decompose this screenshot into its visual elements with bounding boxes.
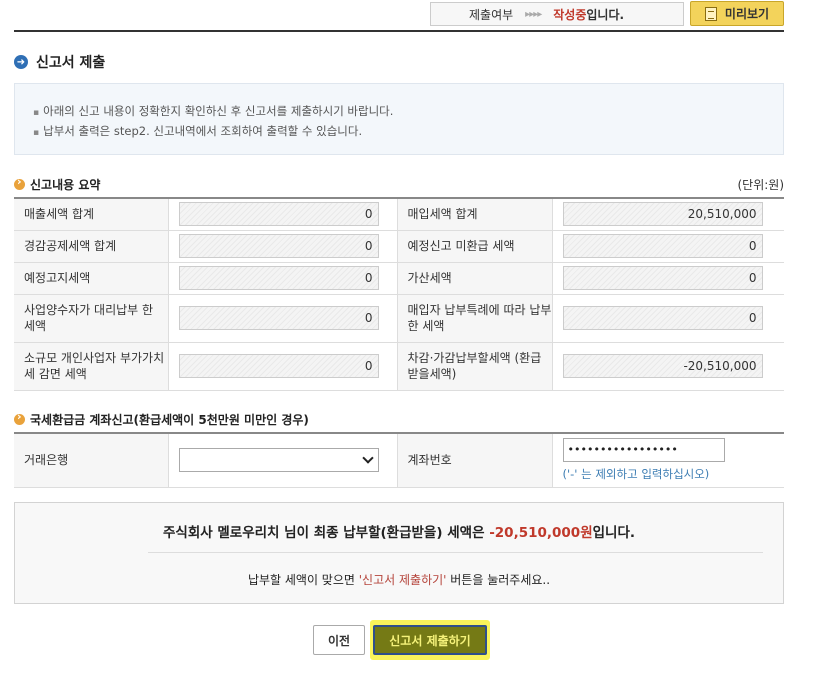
account-label: 계좌번호 (397, 433, 553, 488)
net-payable-tax-field: -20,510,000 (562, 354, 763, 378)
submit-return-button[interactable]: 신고서 제출하기 (373, 625, 487, 655)
bank-label: 거래은행 (14, 433, 169, 488)
account-heading-text: 국세환급금 계좌신고(환급세액이 5천만원 미만인 경우) (30, 413, 309, 427)
transferee-proxy-tax-field: 0 (178, 306, 379, 330)
left-label: 소규모 개인사업자 부가가치세 감면 세액 (14, 342, 169, 391)
chevron-down-icon (361, 452, 374, 464)
arrow-circle-icon: ➜ (14, 55, 28, 69)
unit-label: (단위:원) (737, 178, 784, 192)
small-business-reduction-field: 0 (178, 354, 379, 378)
account-heading: 국세환급금 계좌신고(환급세액이 5천만원 미만인 경우) (14, 410, 309, 428)
preview-button-label: 미리보기 (724, 7, 770, 21)
bullet-arrow-icon (14, 175, 25, 190)
account-number-input[interactable]: ••••••••••••••••• (562, 438, 725, 463)
status-value: 작성중 (553, 7, 587, 22)
status-suffix: 입니다. (586, 7, 625, 22)
submit-highlight: '신고서 제출하기' (358, 573, 447, 587)
bullet-arrow-icon (14, 410, 25, 425)
scheduled-notice-tax-field: 0 (178, 266, 379, 290)
summary-heading: 신고내용 요약 (14, 175, 101, 193)
left-label: 경감공제세액 합계 (14, 230, 169, 263)
summary-table: 매출세액 합계 0 매입세액 합계 20,510,000 경감공제세액 합계 0… (14, 197, 784, 391)
deduction-total-field: 0 (178, 234, 379, 258)
final-confirmation-box: 주식회사 멜로우리치 님이 최종 납부할(환급받을) 세액은 -20,510,0… (14, 502, 784, 604)
unrefunded-tax-field: 0 (562, 234, 763, 258)
bank-select[interactable] (178, 448, 379, 473)
table-row: 예정고지세액 0 가산세액 0 (14, 262, 784, 295)
table-row: 경감공제세액 합계 0 예정신고 미환급 세액 0 (14, 230, 784, 263)
summary-heading-text: 신고내용 요약 (30, 178, 101, 192)
sales-tax-total-field: 0 (178, 202, 379, 227)
additional-tax-field: 0 (562, 266, 763, 290)
notice-item: 아래의 신고 내용이 정확한지 확인하신 후 신고서를 제출하시기 바랍니다. (33, 102, 783, 122)
divider (148, 552, 763, 553)
page-title: 신고서 제출 (36, 55, 106, 71)
purchase-tax-total-field: 20,510,000 (562, 202, 763, 227)
table-row: 거래은행 계좌번호 ••••••••••••••••• ('-' 는 제외하고 … (14, 433, 784, 488)
prev-button[interactable]: 이전 (313, 625, 365, 655)
table-row: 소규모 개인사업자 부가가치세 감면 세액 0 차감·가감납부할세액 (환급받을… (14, 342, 784, 391)
left-label: 매출세액 합계 (14, 198, 169, 231)
document-icon (704, 6, 717, 21)
account-table: 거래은행 계좌번호 ••••••••••••••••• ('-' 는 제외하고 … (14, 432, 784, 488)
left-label: 예정고지세액 (14, 262, 169, 295)
section-title: ➜ 신고서 제출 (14, 52, 105, 72)
account-hint: ('-' 는 제외하고 입력하십시오) (562, 467, 710, 482)
table-row: 사업양수자가 대리납부 한 세액 0 매입자 납부특례에 따라 납부한 세액 0 (14, 294, 784, 343)
submission-status: 제출여부 ▸▸▸▸ 작성중 입니다. (430, 2, 684, 26)
right-label: 차감·가감납부할세액 (환급받을세액) (397, 342, 553, 391)
purchaser-special-tax-field: 0 (562, 306, 763, 330)
left-label: 사업양수자가 대리납부 한 세액 (14, 294, 169, 343)
right-label: 가산세액 (397, 262, 553, 295)
status-arrows-icon: ▸▸▸▸ (525, 8, 542, 20)
right-label: 매입세액 합계 (397, 198, 553, 231)
submit-instruction: 납부할 세액이 맞으면 '신고서 제출하기' 버튼을 눌러주세요.. (247, 573, 551, 587)
final-amount-message: 주식회사 멜로우리치 님이 최종 납부할(환급받을) 세액은 -20,510,0… (162, 525, 636, 541)
preview-button[interactable]: 미리보기 (690, 1, 784, 26)
right-label: 매입자 납부특례에 따라 납부한 세액 (397, 294, 553, 343)
right-label: 예정신고 미환급 세액 (397, 230, 553, 263)
status-label: 제출여부 (469, 7, 514, 22)
top-status-bar: 제출여부 ▸▸▸▸ 작성중 입니다. 미리보기 (14, 0, 784, 32)
final-amount: -20,510,000원 (489, 525, 593, 541)
notice-item: 납부서 출력은 step2. 신고내역에서 조회하여 출력할 수 있습니다. (33, 122, 783, 142)
notice-box: 아래의 신고 내용이 정확한지 확인하신 후 신고서를 제출하시기 바랍니다. … (14, 83, 784, 155)
table-row: 매출세액 합계 0 매입세액 합계 20,510,000 (14, 198, 784, 231)
